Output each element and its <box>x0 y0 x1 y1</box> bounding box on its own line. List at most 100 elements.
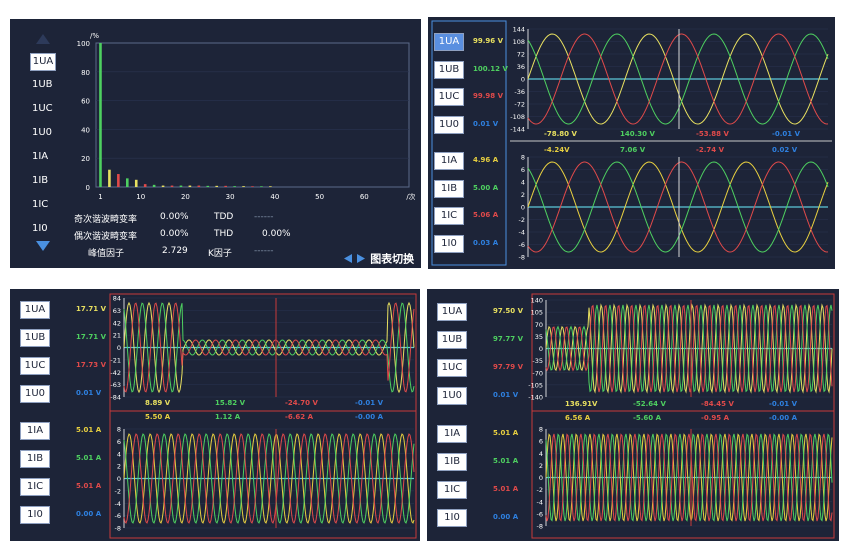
channel-button-1ia[interactable]: 1IA <box>434 152 464 170</box>
cursor-readout: 8.89 V <box>145 399 171 407</box>
i-tick-label: 2 <box>539 462 543 470</box>
u-tick-label: 105 <box>531 309 543 317</box>
cursor-readout: 0.02 V <box>772 146 798 154</box>
x-tick-label: 20 <box>181 193 190 201</box>
stat-label: 奇次谐波畸变率 <box>74 215 138 225</box>
channel-button-1u0[interactable]: 1U0 <box>20 385 50 403</box>
y-tick-label: 80 <box>81 69 90 77</box>
i-tick-label: -8 <box>115 525 121 533</box>
channel-button-1i0[interactable]: 1I0 <box>437 509 467 527</box>
u-tick-label: 0 <box>117 344 121 352</box>
channel-button-1ic[interactable]: 1IC <box>437 481 467 499</box>
i-tick-label: -2 <box>519 216 525 224</box>
channel-button-1ua[interactable]: 1UA <box>437 303 467 321</box>
channel-button-1ub[interactable]: 1UB <box>32 79 53 90</box>
harmonic-bar <box>188 185 192 187</box>
channel-value: 5.00 A <box>473 183 499 192</box>
harmonic-bar <box>251 186 254 187</box>
channel-button-1ub[interactable]: 1UB <box>20 329 50 347</box>
channel-value: 100.12 V <box>473 64 508 73</box>
channel-button-1ua[interactable]: 1UA <box>434 33 464 51</box>
stat-label: 峰值因子 <box>88 249 125 259</box>
chart-switch-button[interactable]: 图表切换 <box>344 248 414 267</box>
channel-value: 0.01 V <box>76 389 102 397</box>
i-tick-label: -4 <box>537 498 543 506</box>
channel-button-1ic[interactable]: 1IC <box>32 199 48 210</box>
stat-value-2: ------ <box>254 212 274 222</box>
stat-value: 2.729 <box>162 246 188 256</box>
channel-button-1uc[interactable]: 1UC <box>20 357 50 375</box>
waveform-panel-2: 84 63 42 21 0 -21 -42 -63 -84 8 6 4 2 0 -2 -4 -6 -8 1UA 17.… <box>10 289 420 541</box>
channel-button-1u0[interactable]: 1U0 <box>434 115 464 134</box>
cursor-readout: 6.56 A <box>565 414 591 422</box>
channel-value: 99.98 V <box>473 92 503 100</box>
cursor-readout: -0.01 V <box>772 130 801 138</box>
harmonic-bar <box>170 185 174 187</box>
harmonic-bar <box>99 43 102 187</box>
i-tick-label: -4 <box>115 500 121 508</box>
i-tick-label: -2 <box>537 486 543 494</box>
channel-button-1ia[interactable]: 1IA <box>32 151 48 162</box>
harmonic-bar <box>224 185 227 187</box>
channel-button-1ib[interactable]: 1IB <box>434 179 464 198</box>
cursor-readout: -52.64 V <box>633 400 666 408</box>
channel-button-1uc[interactable]: 1UC <box>434 88 464 106</box>
channel-button-1ua[interactable]: 1UA <box>20 301 50 319</box>
y-tick-label: 40 <box>81 126 90 134</box>
y-tick-label: 60 <box>81 98 90 106</box>
channel-button-1ib[interactable]: 1IB <box>437 453 467 471</box>
harmonic-bar <box>117 174 120 187</box>
channel-button-1i0[interactable]: 1I0 <box>434 234 464 253</box>
harmonic-bar <box>126 178 129 187</box>
channel-button-1u0[interactable]: 1U0 <box>32 127 52 138</box>
x-tick-label: 60 <box>360 193 369 201</box>
left-triangle-icon[interactable] <box>344 254 352 263</box>
channel-button-1i0[interactable]: 1I0 <box>20 506 50 524</box>
cursor-readout: 7.06 V <box>620 146 646 154</box>
i-tick-label: -6 <box>115 512 121 520</box>
i-tick-label: 6 <box>539 438 543 446</box>
y-tick-label: 20 <box>81 155 90 163</box>
channel-button-1u0[interactable]: 1U0 <box>437 387 467 405</box>
harmonic-bar <box>260 186 263 187</box>
channel-button-1ia[interactable]: 1IA <box>437 425 467 443</box>
channel-button-1ic[interactable]: 1IC <box>20 478 50 496</box>
channel-sidebar-frame <box>431 20 507 266</box>
harmonic-bar <box>269 186 272 187</box>
channel-button-1ub[interactable]: 1UB <box>437 331 467 349</box>
channel-button-1uc[interactable]: 1UC <box>32 103 53 114</box>
channel-button-1ub[interactable]: 1UB <box>434 60 464 79</box>
channel-button-1ic[interactable]: 1IC <box>434 207 464 225</box>
channel-button-1ua[interactable]: 1UA <box>30 53 56 71</box>
channel-button-1i0[interactable]: 1I0 <box>32 223 48 234</box>
i-tick-label: -6 <box>519 241 525 249</box>
u-tick-label: -35 <box>532 357 543 365</box>
u-tick-label: -70 <box>532 369 543 377</box>
x-unit-label: /次 <box>406 192 415 201</box>
channel-value: 5.01 A <box>76 482 102 490</box>
harmonic-chart: 100 80 60 40 20 01 10 20 30 40 50 60/次 <box>77 40 415 201</box>
i-tick-label: -4 <box>519 229 525 237</box>
channel-value: 5.01 A <box>76 426 102 434</box>
cursor-readout: 5.50 A <box>145 413 171 421</box>
channel-value: 0.00 A <box>493 513 519 521</box>
u-tick-label: 144 <box>513 26 525 34</box>
right-triangle-icon[interactable] <box>357 254 366 263</box>
channel-button-1ib[interactable]: 1IB <box>32 175 48 186</box>
x-tick-label: 1 <box>98 193 102 201</box>
up-triangle-icon[interactable] <box>36 34 50 44</box>
harmonic-bar <box>134 179 138 187</box>
i-tick-label: 0 <box>117 475 121 483</box>
stat-value-2: ------ <box>254 246 274 256</box>
harmonic-bar <box>108 169 111 187</box>
channel-button-1ia[interactable]: 1IA <box>20 422 50 440</box>
channel-button-1uc[interactable]: 1UC <box>437 359 467 377</box>
channel-button-1ib[interactable]: 1IB <box>20 450 50 468</box>
u-tick-label: 35 <box>535 333 543 341</box>
down-triangle-icon[interactable] <box>36 241 50 251</box>
waveform-svg: 144 108 72 36 0 -36 -72 -108 -144 8 6 4 2 0 -2 -4 -6 -8 <box>431 20 832 266</box>
u-tick-label: 70 <box>535 321 543 329</box>
i-tick-label: 6 <box>117 438 121 446</box>
channel-value: 5.01 A <box>493 485 519 493</box>
stat-label: 偶次谐波畸变率 <box>74 232 138 242</box>
